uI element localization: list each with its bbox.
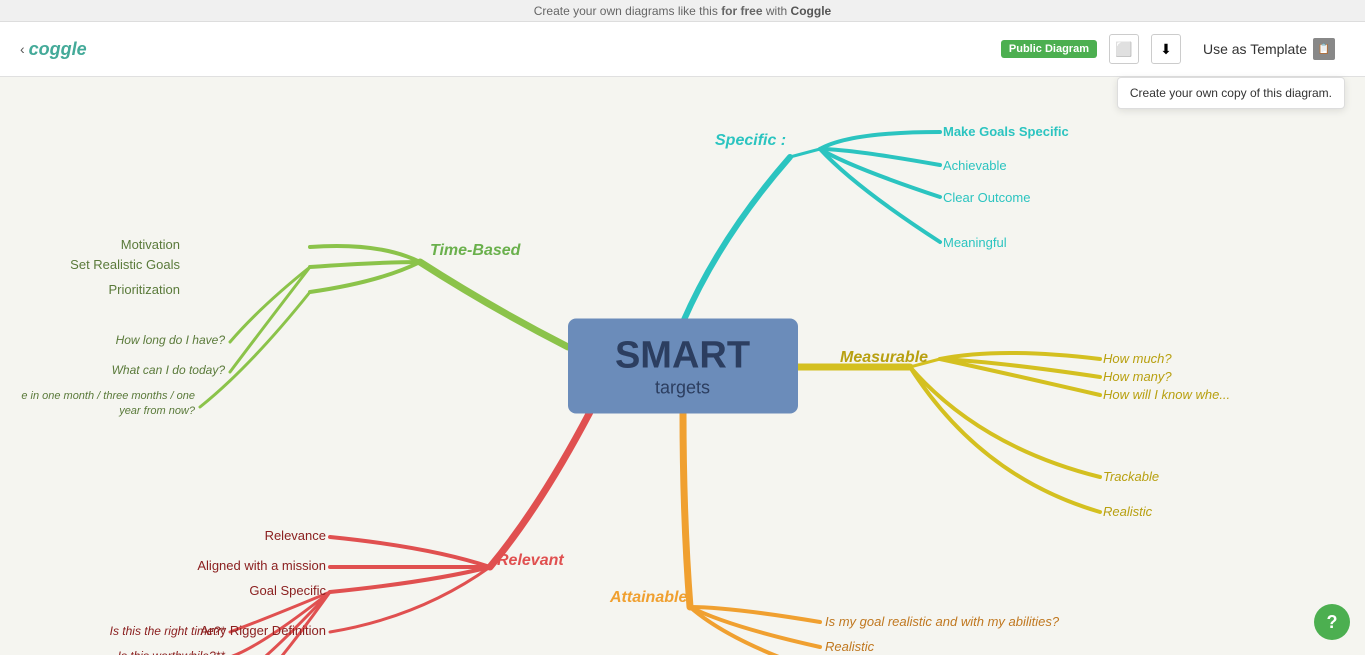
svg-text:Relevant: Relevant — [497, 552, 564, 569]
center-title: SMART — [615, 334, 750, 377]
svg-text:Is my goal realistic and with: Is my goal realistic and with my abiliti… — [825, 614, 1060, 629]
svg-text:Prioritization: Prioritization — [108, 282, 180, 297]
svg-text:Relevance: Relevance — [265, 528, 326, 543]
svg-text:Meaningful: Meaningful — [943, 235, 1007, 250]
template-icon: 📋 — [1313, 38, 1335, 60]
public-badge: Public Diagram — [1001, 40, 1097, 58]
svg-text:Realistic: Realistic — [825, 639, 875, 654]
top-banner: Create your own diagrams like this for f… — [0, 0, 1365, 22]
help-icon: ? — [1327, 612, 1338, 633]
svg-text:Aligned with a mission: Aligned with a mission — [197, 558, 326, 573]
center-subtitle: targets — [655, 377, 710, 398]
svg-text:Goal Specific: Goal Specific — [249, 583, 326, 598]
banner-brand: Coggle — [791, 4, 832, 18]
help-button[interactable]: ? — [1314, 604, 1350, 640]
svg-text:How many?: How many? — [1103, 369, 1172, 384]
banner-text: Create your own diagrams like this for f… — [534, 4, 831, 18]
download-button[interactable]: ⬇ — [1151, 34, 1181, 64]
svg-text:Make Goals Specific: Make Goals Specific — [943, 124, 1069, 139]
svg-text:Attainable: Attainable — [609, 589, 687, 606]
svg-text:How much?: How much? — [1103, 351, 1172, 366]
svg-text:Set Realistic Goals: Set Realistic Goals — [70, 257, 180, 272]
use-template-label: Use as Template — [1203, 41, 1307, 57]
monitor-button[interactable]: ⬜ — [1109, 34, 1139, 64]
download-icon: ⬇ — [1160, 41, 1172, 58]
svg-text:What can I do today?: What can I do today? — [112, 363, 226, 377]
svg-text:Is this the right time?*: Is this the right time?* — [110, 624, 226, 638]
svg-text:Motivation: Motivation — [121, 237, 180, 252]
svg-text:year from now?: year from now? — [118, 405, 196, 417]
use-as-template-button[interactable]: Use as Template 📋 — [1193, 32, 1345, 66]
back-arrow: ‹ — [20, 41, 25, 57]
center-node: SMART targets — [568, 319, 798, 414]
monitor-icon: ⬜ — [1115, 41, 1132, 58]
header: ‹ coggle Public Diagram ⬜ ⬇ Use as Templ… — [0, 22, 1365, 77]
banner-highlight: for free — [721, 4, 762, 18]
tooltip-text: Create your own copy of this diagram. — [1130, 86, 1332, 100]
svg-text:Time-Based: Time-Based — [430, 242, 522, 259]
svg-text:Specific :: Specific : — [715, 132, 786, 149]
header-right: Public Diagram ⬜ ⬇ Use as Template 📋 — [1001, 32, 1345, 66]
canvas: Specific : Make Goals Specific Achievabl… — [0, 77, 1365, 655]
svg-text:Trackable: Trackable — [1103, 469, 1159, 484]
tooltip: Create your own copy of this diagram. — [1117, 77, 1345, 109]
svg-text:Clear Outcome: Clear Outcome — [943, 190, 1030, 205]
svg-text:Is this worthwhile?**: Is this worthwhile?** — [118, 649, 226, 655]
logo: coggle — [29, 39, 87, 60]
svg-text:How will I know whe...: How will I know whe... — [1103, 387, 1230, 402]
back-link[interactable]: ‹ coggle — [20, 39, 87, 60]
svg-text:Achievable: Achievable — [943, 158, 1007, 173]
svg-text:How long do I have?: How long do I have? — [116, 333, 226, 347]
svg-text:Realistic: Realistic — [1103, 504, 1153, 519]
svg-text:Measurable: Measurable — [840, 349, 928, 366]
svg-text:e in one month / three months: e in one month / three months / one — [21, 390, 195, 402]
